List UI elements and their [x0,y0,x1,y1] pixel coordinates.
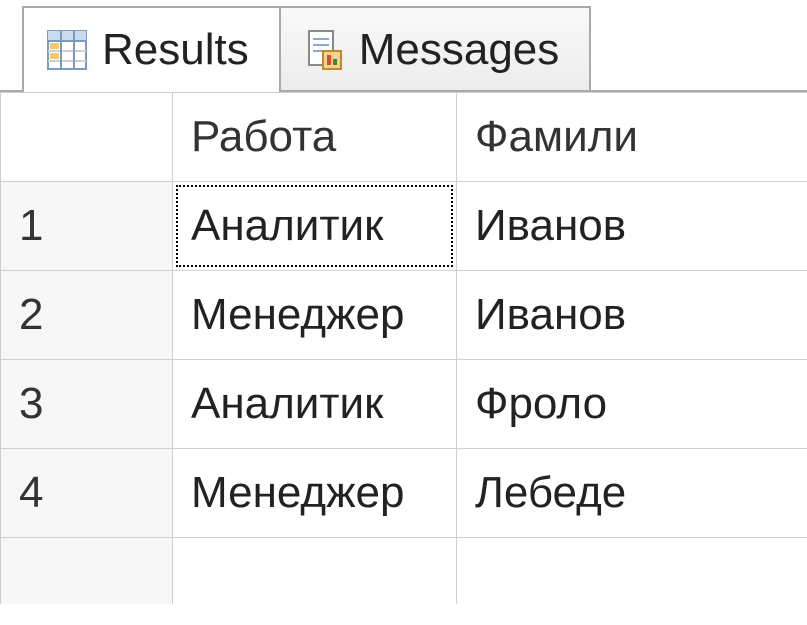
grid-cell[interactable]: Аналитик [173,360,457,449]
grid-cell[interactable]: Менеджер [173,449,457,538]
grid-icon [46,29,88,71]
row-number-cell [1,538,173,605]
row-number-cell[interactable]: 4 [1,449,173,538]
tab-messages[interactable]: Messages [281,6,592,92]
grid-header-row: Работа Фамили [1,93,807,182]
table-row[interactable]: 1 Аналитик Иванов [1,182,807,271]
grid-cell [173,538,457,605]
grid-empty-row [1,538,807,605]
row-number-cell[interactable]: 2 [1,271,173,360]
grid-cell[interactable]: Фроло [457,360,807,449]
column-header[interactable]: Работа [173,93,457,182]
grid-cell [457,538,807,605]
table-row[interactable]: 2 Менеджер Иванов [1,271,807,360]
tab-strip: Results Messages [0,6,807,92]
tab-messages-label: Messages [359,25,560,75]
document-icon [303,29,345,71]
grid-cell[interactable]: Аналитик [173,182,457,271]
tab-results[interactable]: Results [22,6,281,92]
tab-results-label: Results [102,25,249,75]
row-number-header[interactable] [1,93,173,182]
grid-cell[interactable]: Иванов [457,271,807,360]
grid-cell[interactable]: Иванов [457,182,807,271]
column-header[interactable]: Фамили [457,93,807,182]
grid-cell[interactable]: Лебеде [457,449,807,538]
row-number-cell[interactable]: 3 [1,360,173,449]
row-number-cell[interactable]: 1 [1,182,173,271]
results-grid-wrap: Работа Фамили 1 Аналитик Иванов 2 Менедж… [0,90,807,604]
grid-cell[interactable]: Менеджер [173,271,457,360]
grid-body: 1 Аналитик Иванов 2 Менеджер Иванов 3 Ан… [1,182,807,605]
results-panel: Results Messages [0,0,807,604]
table-row[interactable]: 4 Менеджер Лебеде [1,449,807,538]
table-row[interactable]: 3 Аналитик Фроло [1,360,807,449]
results-grid[interactable]: Работа Фамили 1 Аналитик Иванов 2 Менедж… [0,92,807,604]
